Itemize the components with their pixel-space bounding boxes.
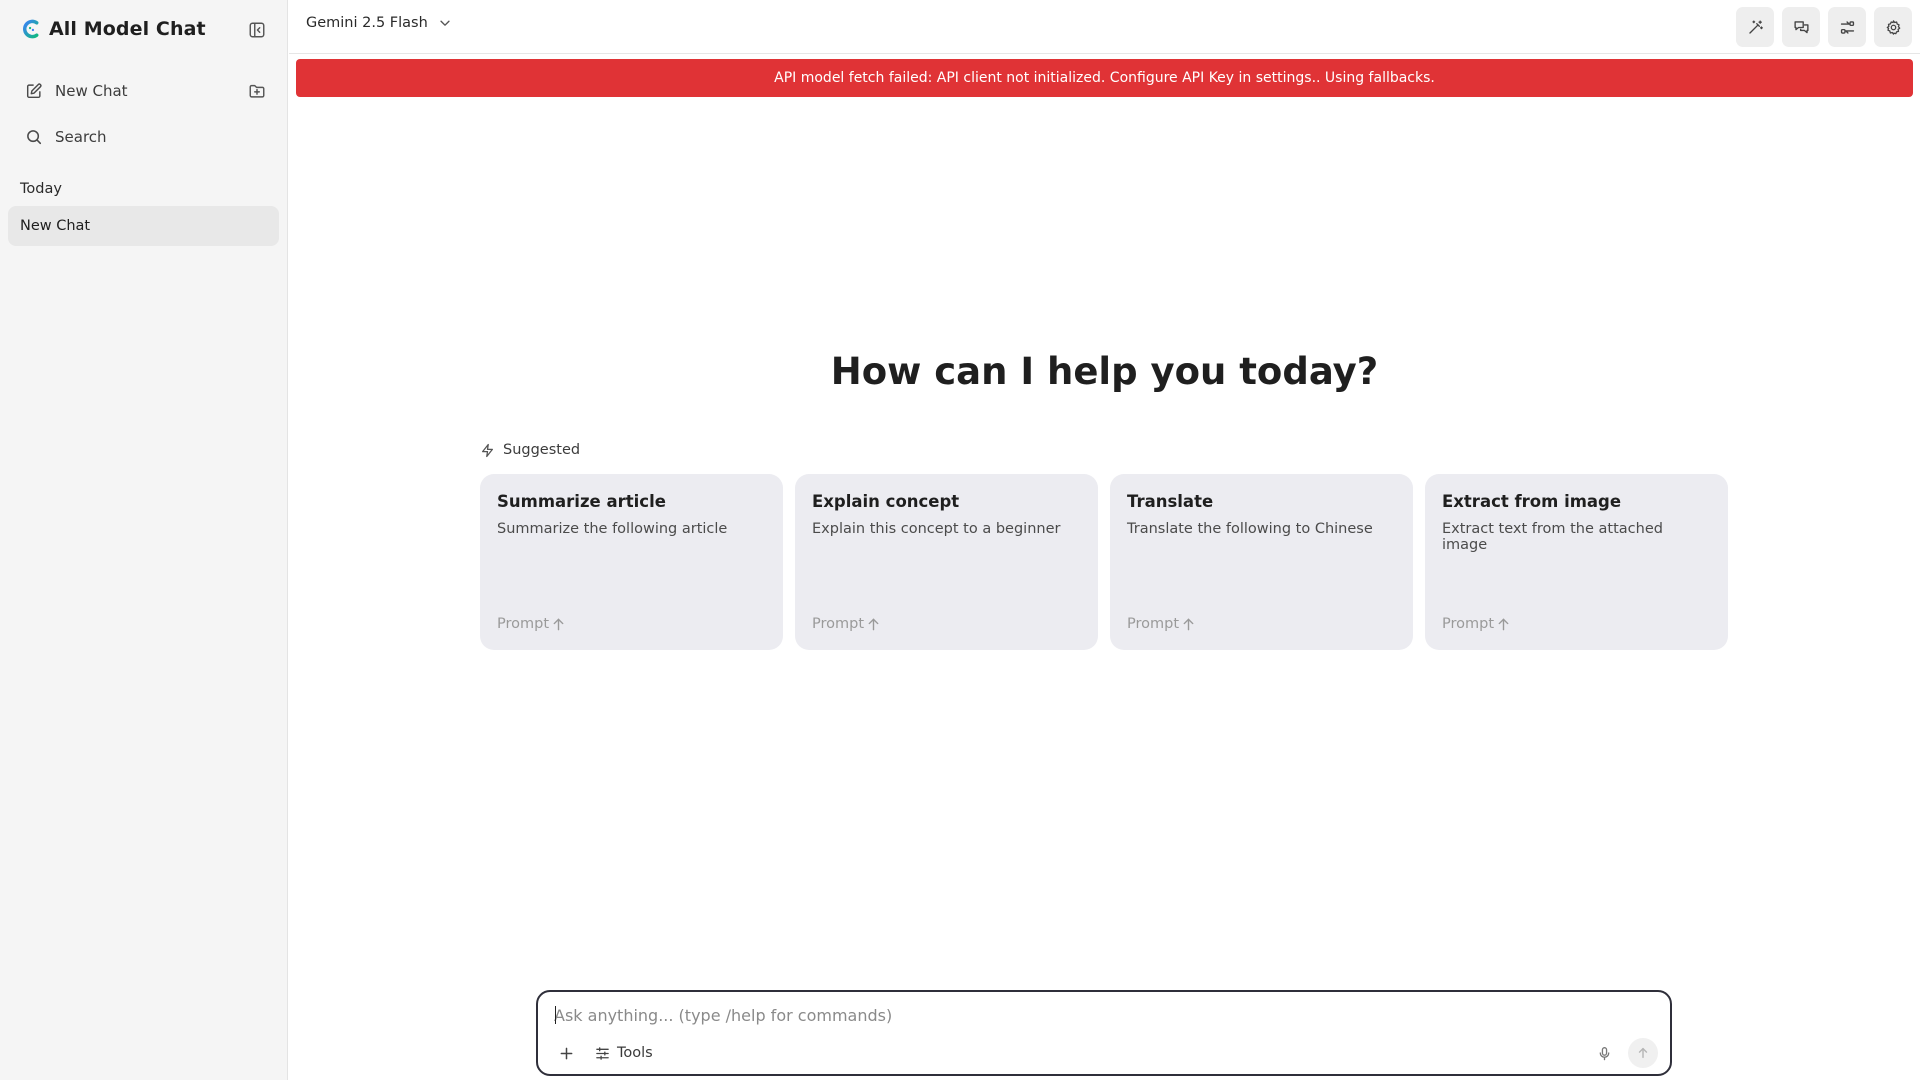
suggestion-card-translate[interactable]: Translate Translate the following to Chi… — [1110, 474, 1413, 650]
lightning-icon — [480, 443, 495, 458]
arrow-up-icon — [553, 618, 564, 630]
card-title: Translate — [1127, 492, 1214, 511]
card-footer: Prompt — [812, 616, 881, 632]
sidebar: All Model Chat New Chat Search Today New… — [0, 0, 288, 1080]
card-footer-label: Prompt — [812, 616, 865, 632]
card-footer: Prompt — [1442, 616, 1511, 632]
chat-history-item[interactable]: New Chat — [8, 206, 279, 246]
suggested-label: Suggested — [503, 442, 581, 458]
new-chat-label: New Chat — [55, 82, 128, 100]
scenarios-button[interactable] — [1736, 7, 1774, 47]
tools-button[interactable]: Tools — [595, 1042, 653, 1064]
header-actions — [1736, 7, 1912, 47]
card-description: Translate the following to Chinese — [1127, 521, 1373, 537]
new-chat-button[interactable]: New Chat — [16, 73, 272, 109]
card-title: Explain concept — [812, 492, 960, 511]
page-title: How can I help you today? — [830, 350, 1379, 393]
chat-bubbles-icon — [1793, 20, 1809, 33]
canvas-toggle-button[interactable] — [1828, 7, 1866, 47]
model-selector[interactable]: Gemini 2.5 Flash — [306, 15, 452, 31]
section-label-today: Today — [20, 181, 62, 197]
text-caret — [555, 1006, 556, 1024]
card-footer-label: Prompt — [497, 616, 550, 632]
search-button[interactable]: Search — [16, 119, 272, 155]
app-logo-icon — [22, 17, 41, 41]
card-footer: Prompt — [1127, 616, 1196, 632]
error-message: API model fetch failed: API client not i… — [774, 70, 1435, 86]
card-footer-label: Prompt — [1442, 616, 1495, 632]
settings-button[interactable] — [1874, 7, 1912, 47]
arrow-up-icon — [1498, 618, 1509, 630]
chat-bubbles-button[interactable] — [1782, 7, 1820, 47]
switch-icon — [1840, 20, 1854, 34]
new-folder-button[interactable] — [244, 79, 270, 103]
arrow-up-icon — [1183, 618, 1194, 630]
card-footer-label: Prompt — [1127, 616, 1180, 632]
search-label: Search — [55, 128, 107, 146]
send-button[interactable] — [1628, 1038, 1658, 1068]
sliders-icon — [596, 1046, 609, 1060]
folder-plus-icon — [249, 84, 265, 98]
gear-icon — [1886, 19, 1900, 35]
card-title: Extract from image — [1442, 492, 1622, 511]
model-name: Gemini 2.5 Flash — [306, 15, 428, 31]
suggestion-card-extract[interactable]: Extract from image Extract text from the… — [1425, 474, 1728, 650]
magic-wand-icon — [1748, 19, 1763, 34]
arrow-up-icon — [1638, 1047, 1648, 1059]
arrow-up-icon — [868, 618, 879, 630]
app-title: All Model Chat — [49, 18, 206, 40]
microphone-icon — [1599, 1046, 1609, 1060]
message-composer: Tools — [536, 990, 1672, 1076]
voice-input-button[interactable] — [1593, 1042, 1615, 1064]
tools-label: Tools — [617, 1045, 653, 1061]
suggested-header: Suggested — [480, 442, 580, 458]
attach-button[interactable] — [555, 1042, 577, 1064]
card-description: Explain this concept to a beginner — [812, 521, 1061, 537]
brand[interactable]: All Model Chat — [22, 16, 206, 42]
card-title: Summarize article — [497, 492, 666, 511]
chevron-down-icon — [438, 16, 452, 30]
collapse-sidebar-button[interactable] — [244, 18, 270, 42]
plus-icon — [560, 1047, 572, 1059]
top-header: Gemini 2.5 Flash — [289, 0, 1920, 54]
suggestion-card-explain[interactable]: Explain concept Explain this concept to … — [795, 474, 1098, 650]
search-icon — [25, 128, 43, 146]
suggestion-cards: Summarize article Summarize the followin… — [480, 474, 1728, 650]
suggestion-card-summarize[interactable]: Summarize article Summarize the followin… — [480, 474, 783, 650]
card-description: Summarize the following article — [497, 521, 728, 537]
card-description: Extract text from the attached image — [1442, 521, 1663, 553]
chat-history-title: New Chat — [20, 218, 91, 234]
sidebar-collapse-icon — [249, 22, 265, 38]
edit-icon — [25, 82, 43, 100]
card-footer: Prompt — [497, 616, 566, 632]
message-input[interactable] — [554, 1003, 1554, 1027]
error-banner: API model fetch failed: API client not i… — [296, 59, 1913, 97]
